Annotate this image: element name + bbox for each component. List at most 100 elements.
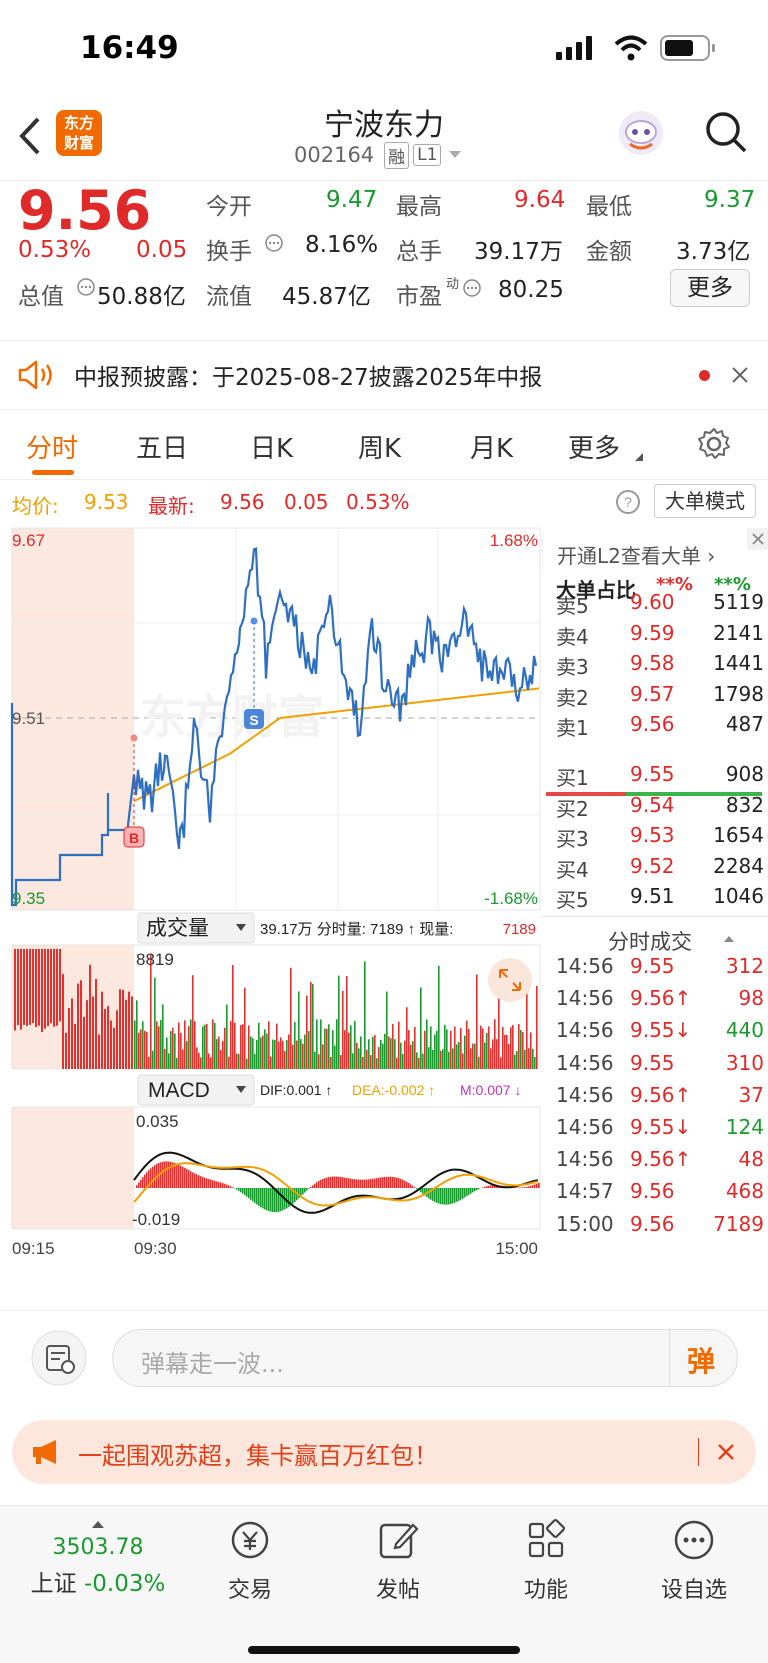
bid-row[interactable]: 买1 9.55 908 bbox=[556, 762, 768, 794]
tab-trade[interactable]: 交易 bbox=[190, 1518, 310, 1604]
danmu-input[interactable]: 弹幕走一波... 弹 bbox=[112, 1329, 738, 1387]
macd-bar bbox=[166, 1161, 168, 1188]
sort-up-icon[interactable] bbox=[722, 934, 736, 944]
volume-bar bbox=[374, 1034, 376, 1069]
tab-monthly-k[interactable]: 月K bbox=[470, 428, 513, 465]
volume-bar bbox=[240, 1025, 242, 1069]
tab-weekly-k[interactable]: 周K bbox=[358, 428, 401, 465]
volume-bar bbox=[398, 1021, 400, 1069]
macd-bar bbox=[348, 1178, 350, 1188]
volume-bar bbox=[510, 1027, 512, 1069]
macd-bar bbox=[468, 1188, 470, 1195]
ask-row[interactable]: 卖1 9.56 487 bbox=[556, 712, 768, 744]
bid-row[interactable]: 买3 9.53 1654 bbox=[556, 823, 768, 855]
macd-bar bbox=[524, 1187, 526, 1188]
settings-gear-icon[interactable] bbox=[696, 426, 732, 462]
volume-bar bbox=[450, 1030, 452, 1069]
ask-row[interactable]: 卖5 9.60 5119 bbox=[556, 590, 768, 622]
close-icon[interactable] bbox=[747, 528, 768, 550]
last-price: 9.56 bbox=[18, 179, 152, 242]
volume-bar bbox=[350, 1025, 352, 1069]
big-order-mode-button[interactable]: 大单模式 bbox=[654, 484, 756, 518]
bid-row[interactable]: 买4 9.52 2284 bbox=[556, 854, 768, 886]
volume-value: 39.17万 bbox=[474, 239, 563, 265]
macd-bar bbox=[484, 1186, 486, 1188]
volume-bar bbox=[448, 1051, 450, 1069]
index-widget[interactable]: 3503.78 上证 -0.03% bbox=[28, 1514, 168, 1598]
macd-bar bbox=[464, 1188, 466, 1198]
macd-bar bbox=[474, 1188, 476, 1192]
macd-bar bbox=[388, 1176, 390, 1188]
close-icon[interactable] bbox=[730, 365, 750, 385]
promo-banner[interactable]: 一起围观苏超，集卡赢百万红包！ bbox=[12, 1420, 756, 1484]
volume-bar bbox=[122, 990, 124, 1069]
latest-label: 最新: bbox=[148, 494, 195, 518]
macd-bar bbox=[228, 1185, 230, 1188]
volume-bar bbox=[438, 965, 440, 1069]
volume-bar bbox=[308, 1030, 310, 1069]
volume-bar bbox=[358, 1048, 360, 1069]
macd-selector-label: MACD bbox=[148, 1079, 210, 1102]
robot-assistant-icon[interactable] bbox=[616, 108, 666, 158]
volume-bar bbox=[430, 1026, 432, 1069]
more-button[interactable]: 更多 bbox=[670, 269, 750, 307]
volume-bar bbox=[98, 1034, 100, 1069]
expand-button[interactable] bbox=[488, 958, 532, 1002]
ask-row[interactable]: 卖2 9.57 1798 bbox=[556, 682, 768, 714]
pe-value: 80.25 bbox=[498, 277, 564, 303]
close-icon[interactable] bbox=[716, 1442, 736, 1462]
ask-level: 卖2 bbox=[556, 685, 589, 710]
volume-bar bbox=[292, 1044, 294, 1069]
ask-row[interactable]: 卖4 9.59 2141 bbox=[556, 621, 768, 653]
buy-marker-label: B bbox=[129, 830, 139, 846]
danmu-send-button[interactable]: 弹 bbox=[687, 1340, 715, 1380]
notice-bar[interactable]: 中报预披露：于2025-08-27披露2025年中报 bbox=[0, 340, 768, 410]
help-icon[interactable]: ? bbox=[614, 488, 642, 516]
volume-bar bbox=[518, 1024, 520, 1069]
volume-bar bbox=[316, 1019, 318, 1069]
tick-volume: 440 bbox=[725, 1018, 764, 1043]
notice-text: 中报预披露：于2025-08-27披露2025年中报 bbox=[74, 365, 543, 391]
danmu-settings-icon[interactable] bbox=[30, 1329, 88, 1387]
volume-bar bbox=[322, 1044, 324, 1069]
ask-volume: 1441 bbox=[713, 651, 764, 675]
active-tab-indicator bbox=[32, 470, 74, 475]
trade-tick-row: 14:56 9.56↑ 98 bbox=[556, 986, 768, 1018]
tab-more[interactable]: 更多 bbox=[568, 428, 620, 465]
macd-bar bbox=[304, 1188, 306, 1193]
index-name: 上证 bbox=[30, 1571, 77, 1597]
volume-bar bbox=[29, 949, 31, 1025]
ask-row[interactable]: 卖3 9.58 1441 bbox=[556, 651, 768, 683]
stock-code-row[interactable]: 002164 融 L1 bbox=[294, 140, 465, 170]
tick-time: 14:56 bbox=[556, 1082, 614, 1107]
macd-bar bbox=[238, 1188, 240, 1191]
tab-intraday[interactable]: 分时 bbox=[26, 428, 78, 465]
chart-tabs: 分时 五日 日K 周K 月K 更多 bbox=[0, 410, 768, 480]
info-icon[interactable] bbox=[76, 277, 96, 297]
macd-bar bbox=[174, 1163, 176, 1188]
search-icon[interactable] bbox=[704, 110, 748, 154]
macd-bar bbox=[360, 1179, 362, 1188]
chart-canvas[interactable]: 东方财富 B S 9.67 9.51 9.35 1.68% -1.68% 成交量… bbox=[0, 525, 542, 1305]
volume-bar bbox=[412, 1041, 414, 1069]
tab-five-day[interactable]: 五日 bbox=[136, 428, 188, 465]
tick-time: 14:56 bbox=[556, 954, 614, 978]
volume-bar bbox=[400, 1042, 402, 1069]
expand-up-icon bbox=[92, 1521, 104, 1528]
macd-bar bbox=[144, 1174, 146, 1188]
bid-row[interactable]: 买5 9.51 1046 bbox=[556, 884, 768, 916]
macd-bar bbox=[302, 1188, 304, 1195]
bid-row[interactable]: 买2 9.54 832 bbox=[556, 793, 768, 825]
macd-bar bbox=[160, 1162, 162, 1188]
info-icon[interactable] bbox=[264, 233, 284, 253]
tab-functions[interactable]: 功能 bbox=[486, 1518, 606, 1604]
tab-watchlist[interactable]: 设自选 bbox=[634, 1518, 754, 1604]
macd-bar bbox=[212, 1180, 214, 1188]
tick-price: 9.56↑ bbox=[630, 1147, 692, 1172]
volume-bar bbox=[142, 1021, 144, 1069]
info-icon[interactable] bbox=[462, 278, 482, 298]
l2-banner[interactable]: 开通L2查看大单 › bbox=[542, 528, 768, 570]
tab-daily-k[interactable]: 日K bbox=[250, 428, 293, 465]
tab-post[interactable]: 发帖 bbox=[338, 1518, 458, 1604]
volume-bar bbox=[444, 1024, 446, 1069]
